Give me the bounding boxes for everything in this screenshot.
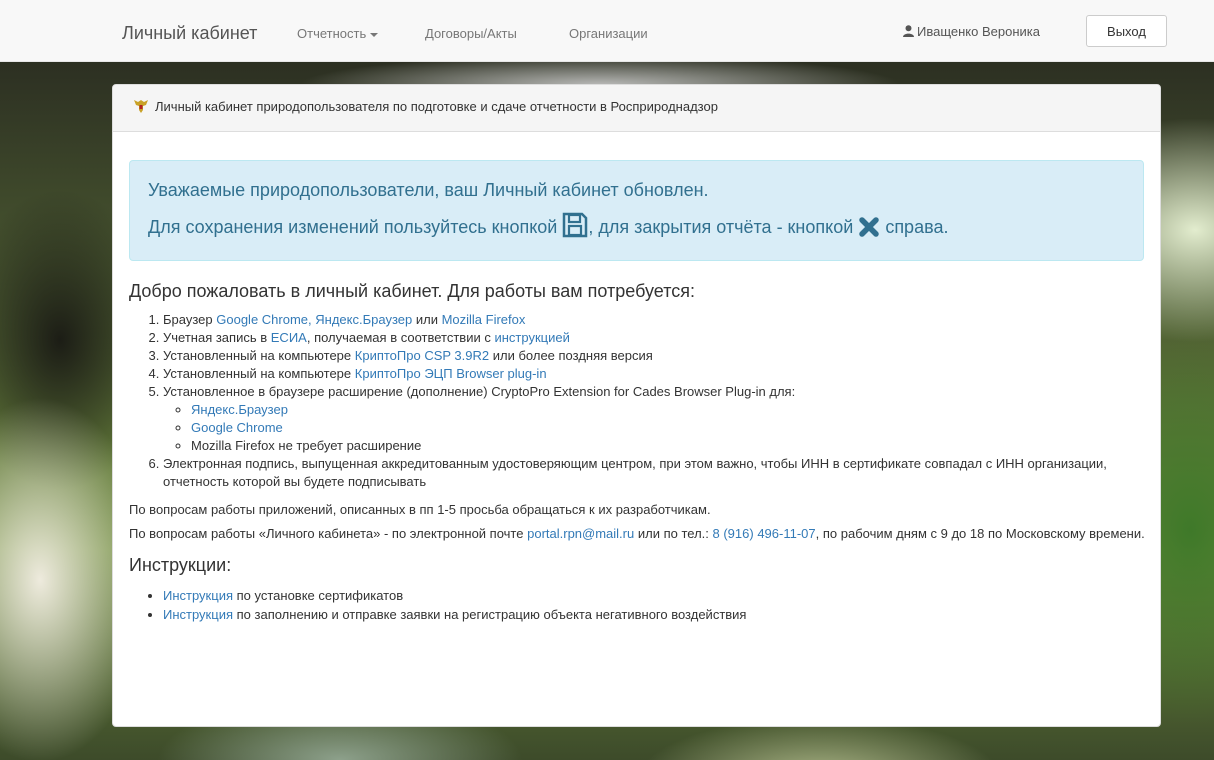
email-link[interactable]: portal.rpn@mail.ru <box>527 526 634 541</box>
alert-line-1: Уважаемые природопользователи, ваш Личны… <box>148 180 709 200</box>
chrome-extension-link[interactable]: Google Chrome <box>191 420 283 435</box>
alert-text-c: справа. <box>885 217 949 238</box>
list-item: Установленное в браузере расширение (доп… <box>163 383 1149 455</box>
brand-link[interactable]: Личный кабинет <box>122 21 257 47</box>
list-item: Установленный на компьютере КриптоПро CS… <box>163 347 1149 365</box>
instructions-heading: Инструкции: <box>129 554 232 575</box>
esia-link[interactable]: ЕСИА <box>271 330 307 345</box>
instruction-link[interactable]: инструкцией <box>494 330 569 345</box>
nav-reports-dropdown[interactable]: Отчетность <box>297 25 379 43</box>
caret-down-icon <box>370 32 379 37</box>
content: Добро пожаловать в личный кабинет. Для р… <box>129 281 1149 624</box>
list-item: Установленный на компьютере КриптоПро ЭЦ… <box>163 365 1149 383</box>
list-item: Браузер Google Chrome, Яндекс.Браузер ил… <box>163 311 1149 329</box>
cryptopro-plugin-link[interactable]: КриптоПро ЭЦП Browser plug-in <box>355 366 547 381</box>
nav-contracts[interactable]: Договоры/Акты <box>425 25 517 43</box>
list-item: Яндекс.Браузер <box>191 401 1149 419</box>
close-icon <box>859 217 880 237</box>
list-item: Электронная подпись, выпущенная аккредит… <box>163 455 1149 491</box>
user-icon <box>903 25 914 37</box>
extension-list: Яндекс.Браузер Google Chrome Mozilla Fir… <box>163 401 1149 455</box>
alert-text-a: Для сохранения изменений пользуйтесь кно… <box>148 217 558 238</box>
requirements-list: Браузер Google Chrome, Яндекс.Браузер ил… <box>129 311 1149 491</box>
user-name-label: Иващенко Вероника <box>917 24 1040 39</box>
instruction-certificates-link[interactable]: Инструкция <box>163 588 233 603</box>
navbar: Личный кабинет Отчетность Договоры/Акты … <box>0 0 1214 62</box>
chrome-link[interactable]: Google Chrome, <box>216 312 311 327</box>
welcome-heading: Добро пожаловать в личный кабинет. Для р… <box>129 281 695 301</box>
instruction-registration-link[interactable]: Инструкция <box>163 607 233 622</box>
instructions-list: Инструкция по установке сертификатов Инс… <box>129 586 1149 624</box>
support-note: По вопросам работы «Личного кабинета» - … <box>129 525 1145 541</box>
yandex-link[interactable]: Яндекс.Браузер <box>315 312 412 327</box>
nav-organizations[interactable]: Организации <box>569 25 648 43</box>
list-item: Mozilla Firefox не требует расширение <box>191 437 1149 455</box>
user-name[interactable]: Иващенко Вероника <box>903 23 1040 41</box>
main-panel: Личный кабинет природопользователя по по… <box>112 84 1161 727</box>
logout-button[interactable]: Выход <box>1086 15 1167 47</box>
cryptopro-csp-link[interactable]: КриптоПро CSP 3.9R2 <box>355 348 489 363</box>
developers-note: По вопросам работы приложений, описанных… <box>129 501 711 517</box>
list-item: Инструкция по заполнению и отправке заяв… <box>163 605 1149 624</box>
firefox-link[interactable]: Mozilla Firefox <box>442 312 526 327</box>
panel-heading: Личный кабинет природопользователя по по… <box>113 85 1160 132</box>
list-item: Учетная запись в ЕСИА, получаемая в соот… <box>163 329 1149 347</box>
alert-text-b: , для закрытия отчёта - кнопкой <box>588 217 854 238</box>
nav-reports-label: Отчетность <box>297 26 367 41</box>
list-item: Google Chrome <box>191 419 1149 437</box>
phone-link[interactable]: 8 (916) 496-11-07 <box>713 526 816 541</box>
list-item: Инструкция по установке сертификатов <box>163 586 1149 605</box>
yandex-extension-link[interactable]: Яндекс.Браузер <box>191 402 288 417</box>
panel-title: Личный кабинет природопользователя по по… <box>155 99 718 114</box>
emblem-icon <box>134 100 148 113</box>
alert-line-2: Для сохранения изменений пользуйтесь кно… <box>148 212 1125 240</box>
save-icon <box>563 212 588 238</box>
info-alert: Уважаемые природопользователи, ваш Личны… <box>129 160 1144 261</box>
